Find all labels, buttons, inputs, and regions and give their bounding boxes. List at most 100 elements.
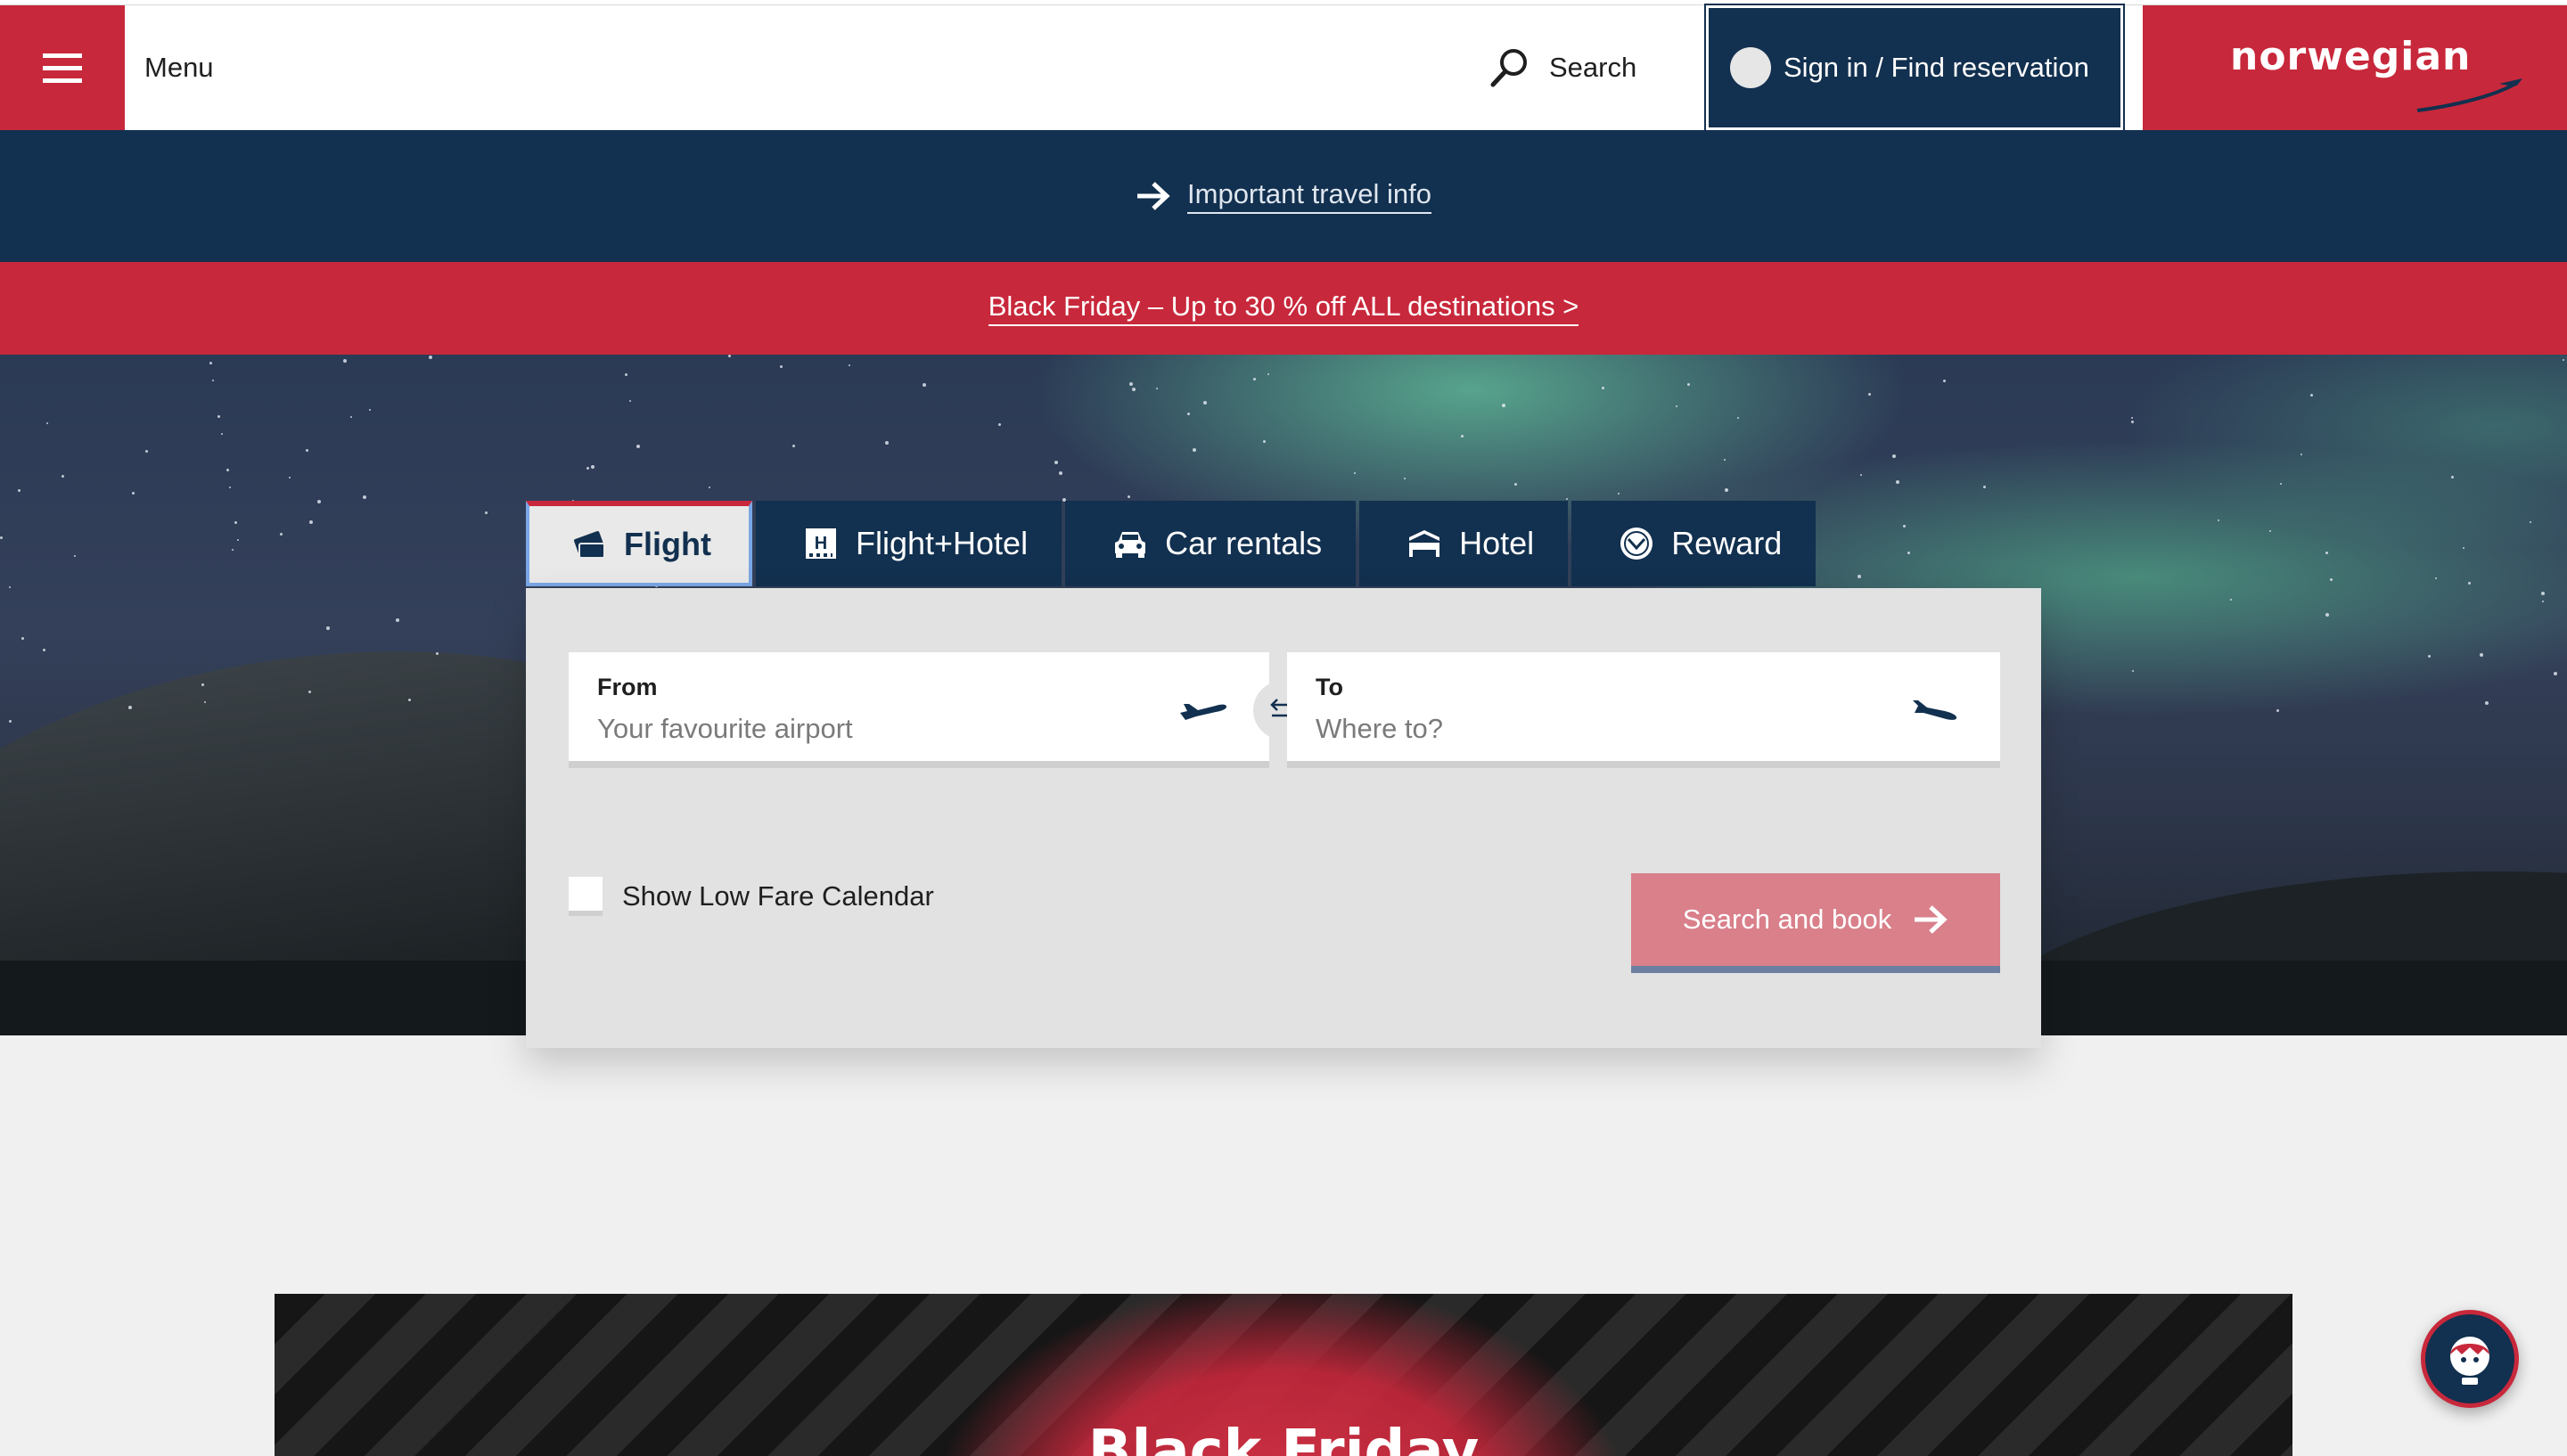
star-dot <box>1896 480 1899 484</box>
star-dot <box>2218 519 2219 521</box>
from-placeholder: Your favourite airport <box>597 713 853 744</box>
star-dot <box>636 445 640 448</box>
site-header: Menu Search Sign in / Find reservation n… <box>0 4 2567 132</box>
star-dot <box>396 618 399 622</box>
star-dot <box>2131 417 2133 419</box>
hotel-building-icon: H <box>805 528 836 559</box>
low-fare-checkbox[interactable] <box>569 877 603 916</box>
promo-title: Black Friday <box>1087 1419 1480 1456</box>
star-dot <box>885 441 889 445</box>
star-dot <box>2230 599 2232 601</box>
star-dot <box>1724 459 1726 461</box>
car-icon <box>1115 532 1146 558</box>
star-dot <box>1983 486 1986 488</box>
star-dot <box>204 701 206 703</box>
arrow-right-icon <box>1137 182 1170 210</box>
star-dot <box>2530 521 2531 523</box>
star-dot <box>363 495 366 499</box>
black-friday-bar: Black Friday – Up to 30 % off ALL destin… <box>0 262 2567 355</box>
star-dot <box>1054 461 1058 464</box>
star-dot <box>145 450 148 453</box>
star-dot <box>1187 413 1190 415</box>
star-dot <box>709 487 710 488</box>
signin-button[interactable]: Sign in / Find reservation <box>1704 4 2125 132</box>
star-dot <box>306 449 308 452</box>
star-dot <box>18 489 21 492</box>
star-dot <box>1903 525 1906 528</box>
star-dot <box>1263 440 1266 443</box>
star-dot <box>1193 448 1196 452</box>
star-dot <box>2451 476 2454 479</box>
tab-hotel-label: Hotel <box>1459 525 1535 561</box>
star-dot <box>237 539 239 541</box>
norwegian-logo[interactable]: norwegian <box>2137 5 2567 130</box>
important-travel-info-link[interactable]: Important travel info <box>1187 178 1431 214</box>
star-dot <box>201 683 204 686</box>
star-dot <box>232 549 234 551</box>
tab-reward[interactable]: Reward <box>1571 501 1817 586</box>
booking-tabs: Flight H Flight+Hotel Car rentals Hotel <box>526 501 1817 586</box>
star-dot <box>625 373 627 376</box>
star-dot <box>2435 577 2437 579</box>
star-dot <box>2325 552 2328 554</box>
from-label: From <box>597 674 658 700</box>
star-dot <box>2485 701 2489 705</box>
star-dot <box>2330 578 2333 581</box>
menu-label[interactable]: Menu <box>144 52 214 84</box>
star-dot <box>1858 575 1861 578</box>
search-button[interactable]: Search <box>1489 41 1636 94</box>
star-dot <box>2463 547 2464 549</box>
chat-assistant-button[interactable] <box>2421 1310 2519 1408</box>
departing-plane-icon <box>1180 704 1226 720</box>
black-friday-promo[interactable]: Black Friday <box>275 1294 2292 1456</box>
star-dot <box>317 500 321 503</box>
tab-flight-hotel-label: Flight+Hotel <box>855 525 1029 561</box>
star-dot <box>46 422 48 424</box>
search-label: Search <box>1549 52 1637 83</box>
star-dot <box>849 364 850 366</box>
star-dot <box>217 415 220 418</box>
star-dot <box>998 423 1001 426</box>
star-dot <box>1602 387 1604 389</box>
star-dot <box>485 511 488 514</box>
star-dot <box>1514 483 1517 486</box>
star-dot <box>2276 709 2279 712</box>
chatbot-face-icon <box>2450 1337 2489 1385</box>
black-friday-link[interactable]: Black Friday – Up to 30 % off ALL destin… <box>988 290 1579 326</box>
low-fare-calendar-toggle[interactable]: Show Low Fare Calendar <box>569 877 934 916</box>
star-dot <box>586 467 589 470</box>
star-dot <box>629 400 631 402</box>
star-dot <box>9 720 12 723</box>
star-dot <box>221 433 223 435</box>
tab-hotel[interactable]: Hotel <box>1359 501 1569 586</box>
star-dot <box>923 383 926 387</box>
star-dot <box>369 409 371 411</box>
user-avatar-icon <box>1730 47 1771 88</box>
menu-button[interactable] <box>0 5 125 130</box>
tab-reward-label: Reward <box>1671 525 1783 561</box>
star-dot <box>326 626 330 630</box>
to-field[interactable]: To Where to? <box>1287 652 2000 768</box>
tab-flight-hotel[interactable]: H Flight+Hotel <box>755 501 1062 586</box>
star-dot <box>21 637 24 640</box>
star-dot <box>350 416 352 418</box>
tab-flight[interactable]: Flight <box>526 501 752 586</box>
star-dot <box>1860 474 1862 476</box>
star-dot <box>1618 493 1620 495</box>
star-dot <box>0 536 3 539</box>
search-and-book-button[interactable]: Search and book <box>1631 873 2000 973</box>
star-dot <box>1132 388 1136 391</box>
star-dot <box>2325 613 2329 617</box>
star-dot <box>1267 373 1269 375</box>
star-dot <box>728 355 731 357</box>
from-field[interactable]: From Your favourite airport <box>569 652 1269 768</box>
signin-label: Sign in / Find reservation <box>1784 52 2089 83</box>
star-dot <box>1129 382 1133 386</box>
star-dot <box>792 445 795 447</box>
star-dot <box>1354 472 1356 474</box>
tab-car-rentals[interactable]: Car rentals <box>1065 501 1357 586</box>
star-dot <box>436 652 439 655</box>
arrow-right-icon <box>1915 905 1948 934</box>
star-dot <box>74 555 76 557</box>
star-dot <box>1907 552 1910 554</box>
